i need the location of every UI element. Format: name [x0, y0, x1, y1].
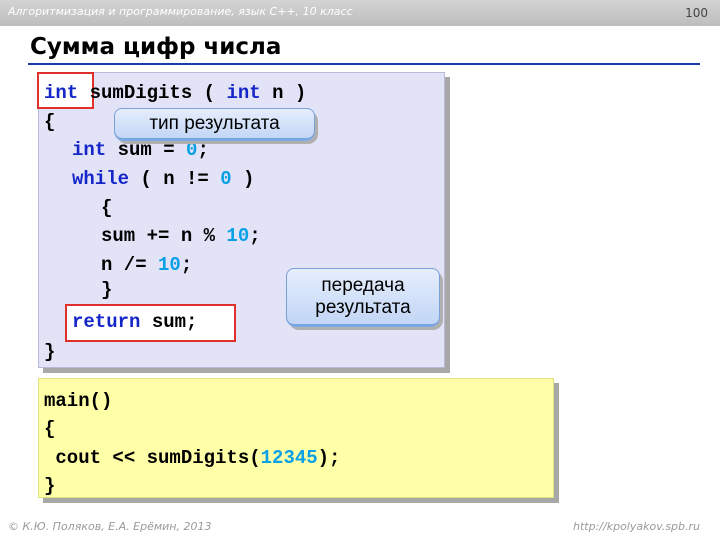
kw-int-param: int — [226, 82, 261, 104]
footer-url[interactable]: http://kpolyakov.spb.ru — [573, 520, 700, 533]
sum-decl: sum = — [106, 139, 187, 161]
main-open-brace: { — [44, 418, 56, 440]
while-cond: ( n != — [129, 168, 221, 190]
kw-return: return — [72, 311, 141, 333]
main-code-box — [38, 378, 554, 498]
n-div: n /= — [101, 254, 159, 276]
main-close-brace: } — [44, 475, 56, 497]
kw-while: while — [72, 168, 130, 190]
func-line-signature: int sumDigits ( int n ) — [44, 79, 306, 108]
cout-stmt: cout << sumDigits( — [44, 447, 261, 469]
while-close: ) — [231, 168, 255, 190]
kw-int-return-type: int — [44, 82, 79, 104]
header-bar: Алгоритмизация и программирование, язык … — [0, 0, 720, 26]
num-ten-2: 10 — [158, 254, 181, 276]
cout-end: ); — [317, 447, 341, 469]
inner-close-brace: } — [101, 279, 113, 301]
func-line-open-brace: { — [44, 108, 55, 137]
return-sum: sum; — [140, 311, 198, 333]
inner-open-brace: { — [101, 197, 113, 219]
footer-copyright: © К.Ю. Поляков, Е.А. Ерёмин, 2013 — [8, 520, 212, 533]
param-n: n ) — [260, 82, 307, 104]
callout-return-pass-label: передача результата — [286, 268, 440, 325]
title-underline — [28, 63, 700, 65]
callout-line-2: результата — [315, 297, 411, 318]
page-number: 100 — [685, 6, 708, 20]
close-brace: } — [44, 341, 56, 363]
sum-update-end: ; — [249, 225, 261, 247]
callout-return-type: тип результата — [114, 108, 315, 141]
func-line-inner-open: { — [101, 194, 112, 223]
header-course-text: Алгоритмизация и программирование, язык … — [8, 5, 353, 18]
func-line-close-brace: } — [44, 338, 55, 367]
sum-update: sum += n % — [101, 225, 227, 247]
open-brace: { — [44, 111, 56, 133]
num-zero: 0 — [186, 139, 198, 161]
func-line-while: while ( n != 0 ) — [72, 165, 254, 194]
num-ten: 10 — [226, 225, 250, 247]
num-arg: 12345 — [260, 447, 318, 469]
fn-signature: sumDigits ( — [78, 82, 227, 104]
func-line-inner-close: } — [101, 276, 112, 305]
slide-title: Сумма цифр числа — [30, 34, 282, 60]
num-while-zero: 0 — [220, 168, 232, 190]
callout-line-1: передача — [321, 275, 405, 296]
func-line-return: return sum; — [72, 308, 197, 337]
kw-int-sum: int — [72, 139, 107, 161]
callout-return-pass: передача результата — [286, 268, 440, 327]
main-line-close-brace: } — [44, 472, 55, 501]
main-line-signature: main() — [44, 387, 112, 416]
n-div-end: ; — [180, 254, 193, 276]
main-signature: main() — [44, 390, 113, 412]
main-line-open-brace: { — [44, 415, 55, 444]
main-line-cout: cout << sumDigits(12345); — [44, 444, 340, 473]
func-line-sum-update: sum += n % 10; — [101, 222, 261, 251]
func-line-n-div: n /= 10; — [101, 251, 192, 280]
callout-return-type-label: тип результата — [114, 108, 315, 139]
semicolon: ; — [197, 139, 209, 161]
